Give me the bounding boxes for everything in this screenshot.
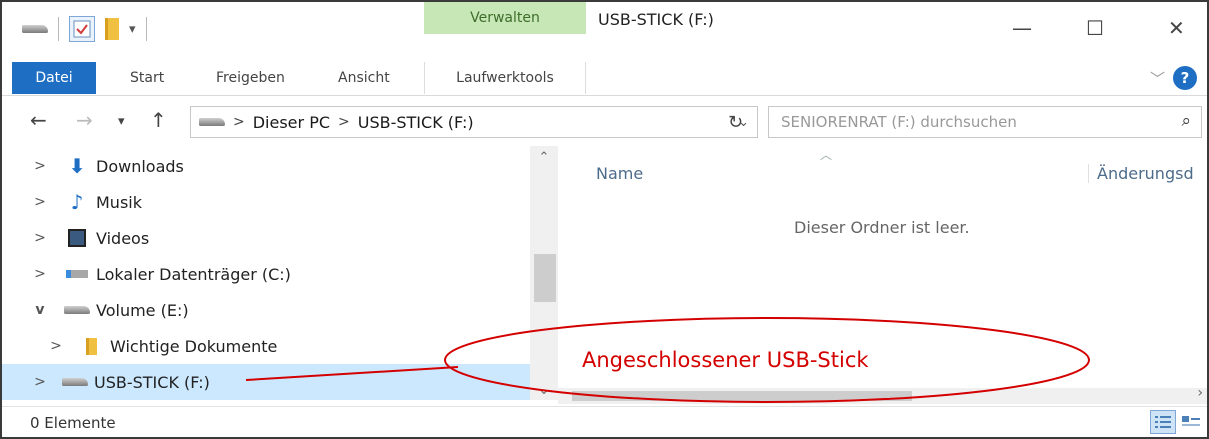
explorer-window: ▾ Verwalten USB-STICK (F:) — ☐ ✕ Datei S… bbox=[0, 0, 1209, 439]
annotation-overlay bbox=[245, 317, 1090, 403]
annotation-label: Angeschlossener USB-Stick bbox=[582, 348, 869, 372]
annotation-pointer-line bbox=[245, 366, 459, 381]
